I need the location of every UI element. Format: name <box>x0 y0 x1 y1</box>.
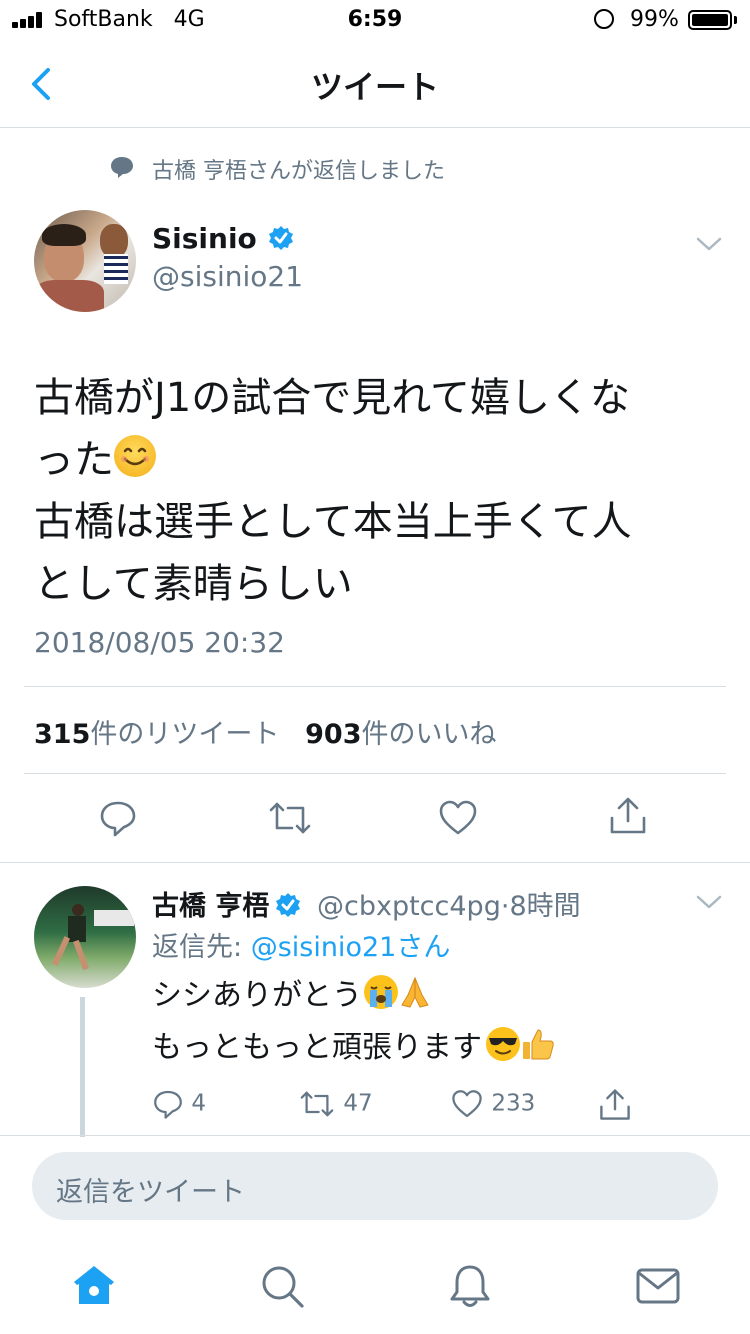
thread-line <box>80 997 85 1137</box>
reply-reply-button[interactable]: 4 <box>152 1088 206 1124</box>
reply-retweet-count: 47 <box>343 1090 373 1117</box>
divider <box>24 686 726 687</box>
rotation-lock-icon <box>594 9 614 29</box>
sunglasses-face-emoji-icon <box>486 1027 520 1061</box>
divider <box>24 773 726 774</box>
folded-hands-emoji-icon <box>398 974 432 1008</box>
avatar[interactable] <box>34 210 136 312</box>
author-handle[interactable]: @sisinio21 <box>152 260 303 293</box>
reply-bubble-icon <box>111 157 133 178</box>
like-icon <box>452 1090 482 1118</box>
divider <box>0 862 750 863</box>
status-bar: SoftBank 4G 6:59 99% <box>0 0 750 40</box>
reply-avatar[interactable] <box>34 886 136 988</box>
reply-like-count: 233 <box>491 1090 536 1117</box>
thumbs-up-emoji-icon <box>520 1026 556 1060</box>
battery-percent: 99% <box>630 7 679 32</box>
reply-retweet-button[interactable]: 47 <box>298 1088 373 1124</box>
reply-like-button[interactable]: 233 <box>450 1088 535 1124</box>
reply-time: 8時間 <box>509 891 581 922</box>
divider <box>0 1135 750 1136</box>
chevron-down-icon[interactable] <box>696 236 722 252</box>
tweet-text: 古橋がJ1の試合で見れて嬉しくな った 古橋は選手として本当上手くて人 として素… <box>34 375 632 607</box>
nav-divider <box>0 127 750 128</box>
verified-badge-icon <box>276 893 301 917</box>
chevron-down-icon[interactable] <box>696 894 722 910</box>
author-name-row[interactable]: Sisinio <box>152 222 294 255</box>
reply-count: 4 <box>191 1090 206 1117</box>
reply-compose-placeholder: 返信をツイート <box>56 1177 245 1208</box>
like-icon[interactable] <box>438 798 478 838</box>
reply-to: 返信先: @sisinio21さん <box>152 932 451 963</box>
share-icon[interactable] <box>608 796 648 836</box>
reply-to-handle-link[interactable]: @sisinio21さん <box>251 932 451 963</box>
crying-face-emoji-icon <box>364 975 398 1009</box>
reply-compose-input[interactable]: 返信をツイート <box>32 1152 718 1220</box>
search-icon[interactable] <box>258 1262 306 1310</box>
reply-icon[interactable] <box>98 798 138 838</box>
reply-author-name[interactable]: 古橋 亨梧 <box>152 884 301 923</box>
author-name[interactable]: Sisinio <box>152 222 257 255</box>
reply-text: シシありがとう もっともっと頑張ります <box>152 970 556 1074</box>
reply-icon <box>154 1090 182 1119</box>
page-title: ツイート <box>310 68 439 106</box>
messages-icon[interactable] <box>634 1262 682 1310</box>
tweet-stats: 315件のリツイート 903件のいいね <box>34 712 497 751</box>
reply-meta: @cbxptcc4pg·8時間 <box>317 891 581 922</box>
retweet-icon <box>300 1091 334 1117</box>
reply-share-button[interactable] <box>598 1088 632 1124</box>
battery-icon <box>688 10 732 30</box>
tweet-timestamp: 2018/08/05 20:32 <box>34 626 285 659</box>
notifications-icon[interactable] <box>446 1262 494 1310</box>
home-icon[interactable] <box>70 1262 118 1310</box>
like-stat[interactable]: 903件のいいね <box>305 719 496 750</box>
verified-badge-icon <box>268 226 293 250</box>
reply-note: 古橋 亨梧さんが返信しました <box>152 159 445 184</box>
retweet-stat[interactable]: 315件のリツイート <box>34 719 279 750</box>
retweet-icon[interactable] <box>268 798 312 838</box>
smiling-face-emoji-icon <box>114 435 156 477</box>
share-icon <box>600 1089 630 1120</box>
reply-handle[interactable]: @cbxptcc4pg <box>317 891 501 922</box>
